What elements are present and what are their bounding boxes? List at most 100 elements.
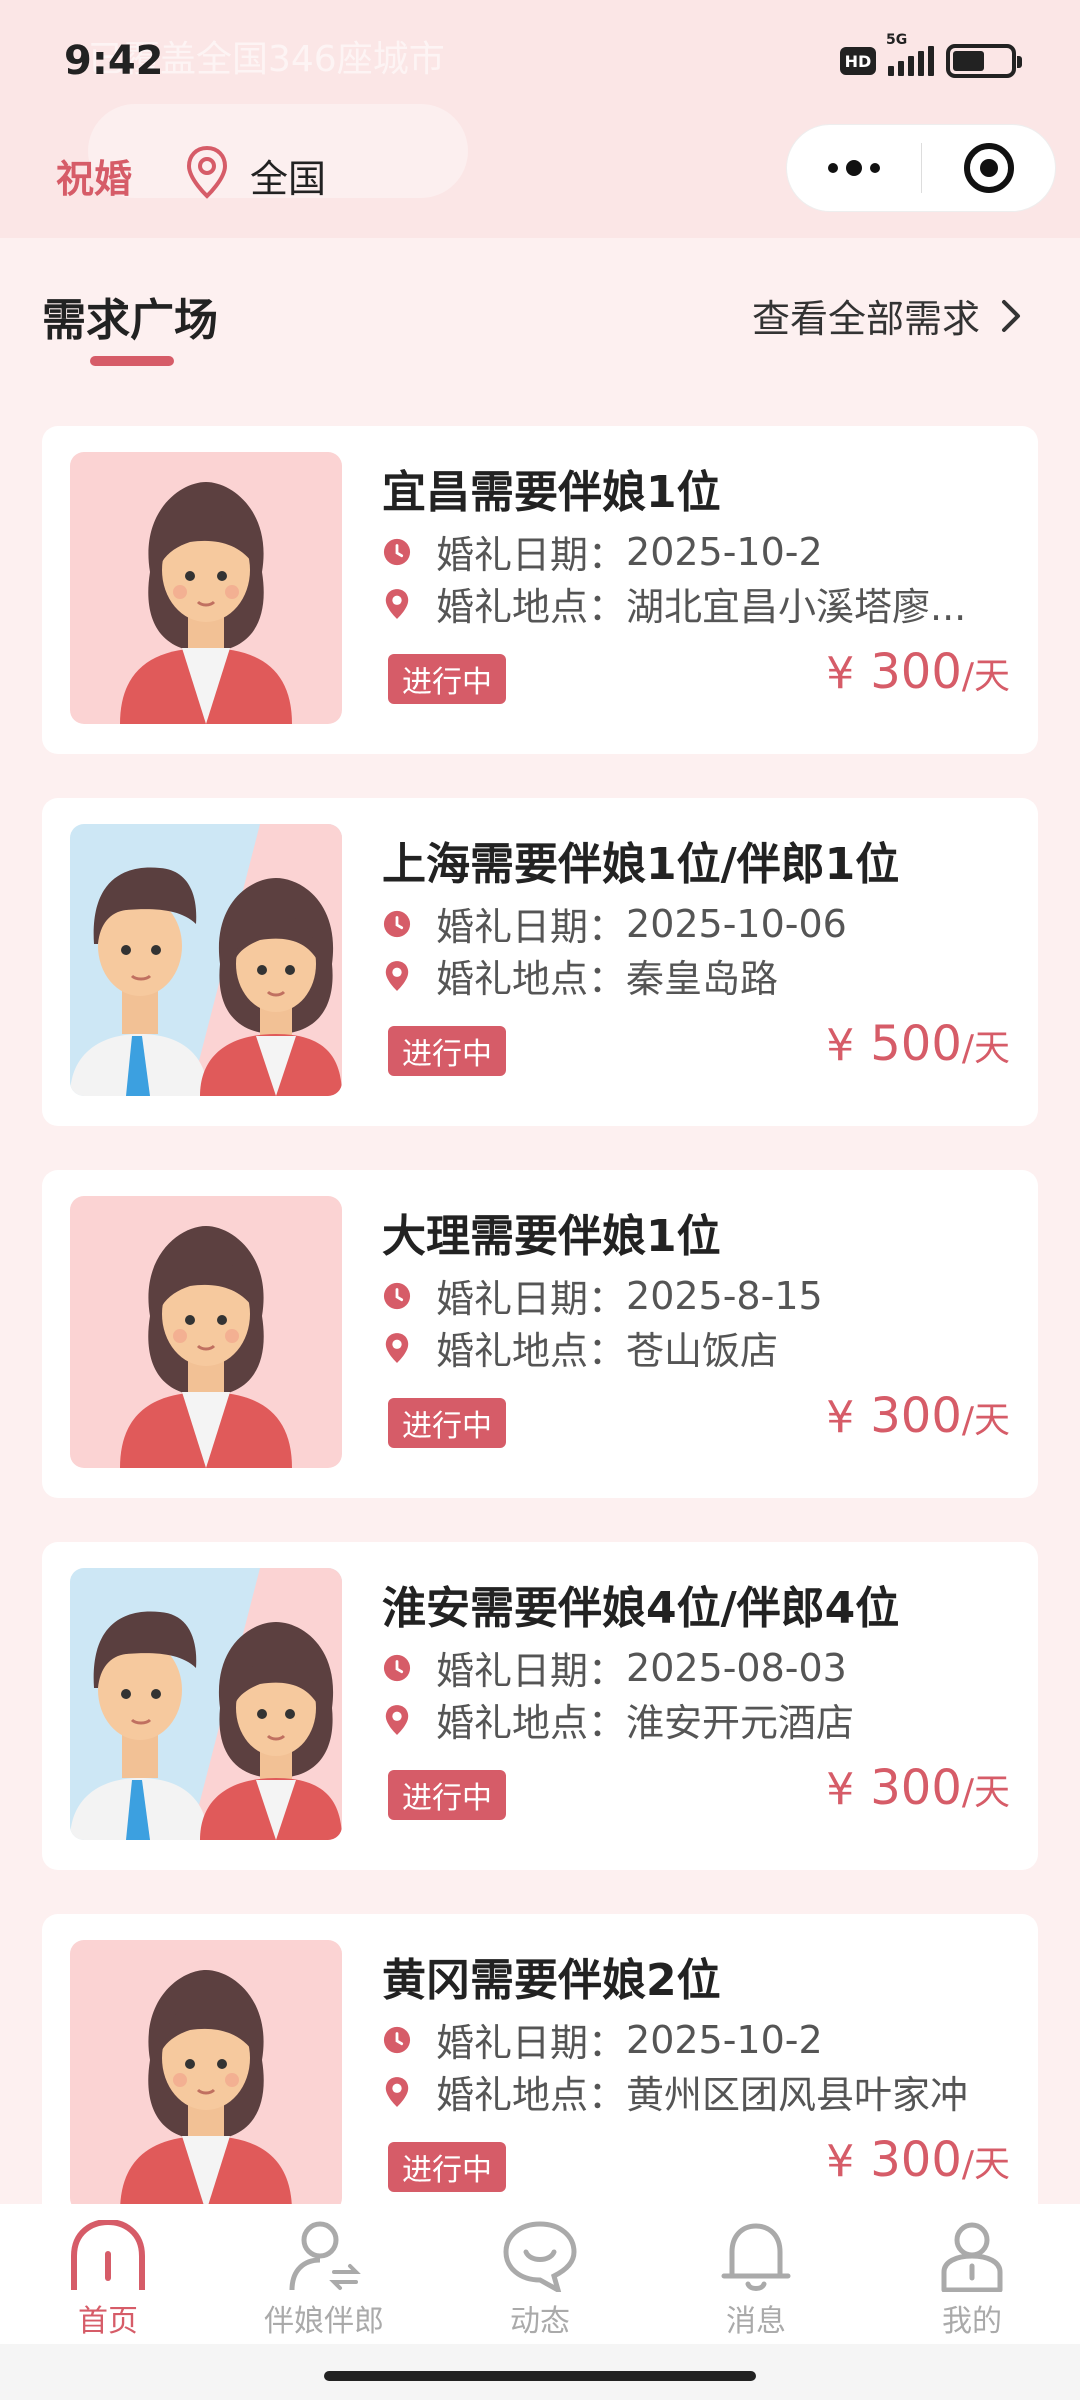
card-title: 宜昌需要伴娘1位 (382, 467, 721, 518)
request-card[interactable]: 大理需要伴娘1位 婚礼日期： 2025-8-15 婚礼地点： 苍山饭店 进行中 … (42, 1170, 1038, 1498)
place-label: 婚礼地点： (436, 1329, 627, 1373)
clock-icon (382, 2023, 412, 2057)
section-header: 需求广场 查看全部需求 (0, 238, 1080, 398)
request-card[interactable]: 上海需要伴娘1位/伴郎1位 婚礼日期： 2025-10-06 婚礼地点： 秦皇岛… (42, 798, 1038, 1126)
tab-profile[interactable]: 我的 (864, 2204, 1080, 2344)
date-label: 婚礼日期： (436, 1277, 627, 1321)
couple-avatar (70, 824, 342, 1096)
tab-label: 动态 (510, 2304, 570, 2339)
tab-feed[interactable]: 动态 (432, 2204, 648, 2344)
wedding-date-row: 婚礼日期： 2025-10-2 (382, 2012, 823, 2067)
currency-symbol: ¥ (826, 1020, 855, 1071)
user-swap-icon (289, 2221, 361, 2291)
brand-logo[interactable]: 祝婚 (56, 148, 132, 203)
chevron-right-icon (1002, 299, 1020, 332)
place-value: 黄州区团风县叶家冲 (626, 2073, 969, 2117)
wedding-date-row: 婚礼日期： 2025-10-2 (382, 524, 823, 579)
see-all-requests-link[interactable]: 查看全部需求 (752, 288, 1024, 343)
price-value: 500 (870, 1016, 962, 1072)
currency-symbol: ¥ (826, 1392, 855, 1443)
currency-symbol: ¥ (826, 648, 855, 699)
header: 已覆盖全国346座城市 9:42 HD 5G 祝婚 全国 (0, 0, 1080, 238)
wedding-date-row: 婚礼日期： 2025-8-15 (382, 1268, 823, 1323)
price-unit: /天 (961, 1400, 1010, 1441)
smile-icon (503, 2221, 577, 2292)
tab-bridesmaids[interactable]: 伴娘伴郎 (216, 2204, 432, 2344)
currency-symbol: ¥ (826, 2136, 855, 2187)
place-label: 婚礼地点： (436, 1701, 627, 1745)
bridesmaid-avatar (70, 1940, 342, 2212)
tab-home[interactable]: 首页 (0, 2204, 216, 2344)
price-unit: /天 (961, 656, 1010, 697)
date-value: 2025-10-06 (626, 901, 847, 946)
wedding-place-row: 婚礼地点： 淮安开元酒店 (382, 1692, 854, 1747)
price: ¥ 300 /天 (826, 1760, 1010, 1816)
dot-icon (828, 163, 838, 173)
clock-icon (382, 1651, 412, 1685)
bottom-tab-bar: 首页 伴娘伴郎 动态 消息 我的 (0, 2204, 1080, 2344)
card-title: 大理需要伴娘1位 (382, 1211, 721, 1262)
clock-icon (382, 535, 412, 569)
home-indicator[interactable] (324, 2371, 756, 2381)
battery-icon (946, 44, 1022, 78)
place-label: 婚礼地点： (436, 2073, 627, 2117)
place-label: 婚礼地点： (436, 585, 627, 629)
request-card[interactable]: 黄冈需要伴娘2位 婚礼日期： 2025-10-2 婚礼地点： 黄州区团风县叶家冲… (42, 1914, 1038, 2242)
price: ¥ 300 /天 (826, 1388, 1010, 1444)
location-pin-icon (382, 959, 412, 993)
place-value: 秦皇岛路 (626, 957, 779, 1001)
date-value: 2025-10-2 (626, 529, 823, 574)
hd-icon: HD (840, 47, 876, 75)
tab-messages[interactable]: 消息 (648, 2204, 864, 2344)
card-title: 黄冈需要伴娘2位 (382, 1955, 721, 2006)
location-selector[interactable]: 全国 (250, 148, 326, 203)
bridesmaid-avatar (70, 1196, 342, 1468)
location-pin-icon (382, 1331, 412, 1365)
request-card[interactable]: 宜昌需要伴娘1位 婚礼日期： 2025-10-2 婚礼地点： 湖北宜昌小溪塔廖.… (42, 426, 1038, 754)
couple-avatar (70, 1568, 342, 1840)
price-value: 300 (870, 644, 962, 700)
request-list: 宜昌需要伴娘1位 婚礼日期： 2025-10-2 婚礼地点： 湖北宜昌小溪塔廖.… (42, 426, 1038, 2286)
target-icon (963, 143, 1014, 193)
date-label: 婚礼日期： (436, 905, 627, 949)
bridesmaid-avatar (70, 452, 342, 724)
date-label: 婚礼日期： (436, 1649, 627, 1693)
date-value: 2025-10-2 (626, 2017, 823, 2062)
section-title: 需求广场 (42, 295, 218, 346)
status-badge: 进行中 (388, 654, 506, 704)
section-underline (90, 356, 174, 366)
place-label: 婚礼地点： (436, 957, 627, 1001)
wedding-place-row: 婚礼地点： 苍山饭店 (382, 1320, 778, 1375)
price-value: 300 (870, 2132, 962, 2188)
tab-label: 我的 (942, 2304, 1002, 2339)
profile-icon (941, 2222, 1003, 2292)
tab-label: 首页 (78, 2304, 138, 2339)
location-pin-icon[interactable] (182, 144, 232, 200)
network-label: 5G (886, 32, 908, 48)
date-label: 婚礼日期： (436, 533, 627, 577)
status-badge: 进行中 (388, 1398, 506, 1448)
currency-symbol: ¥ (826, 1764, 855, 1815)
price-unit: /天 (961, 1772, 1010, 1813)
date-label: 婚礼日期： (436, 2021, 627, 2065)
request-card[interactable]: 淮安需要伴娘4位/伴郎4位 婚礼日期： 2025-08-03 婚礼地点： 淮安开… (42, 1542, 1038, 1870)
wedding-place-row: 婚礼地点： 秦皇岛路 (382, 948, 778, 1003)
home-icon (71, 2220, 145, 2290)
price-unit: /天 (961, 1028, 1010, 1069)
date-value: 2025-8-15 (626, 1273, 823, 1318)
card-title: 淮安需要伴娘4位/伴郎4位 (382, 1583, 900, 1634)
status-badge: 进行中 (388, 1026, 506, 1076)
date-value: 2025-08-03 (626, 1645, 847, 1690)
clock-icon (382, 1279, 412, 1313)
wedding-place-row: 婚礼地点： 湖北宜昌小溪塔廖... (382, 576, 966, 631)
place-value: 苍山饭店 (626, 1329, 779, 1373)
mini-program-capsule (786, 124, 1056, 212)
status-icons: HD 5G (840, 32, 1022, 78)
more-menu-button[interactable] (787, 125, 921, 211)
wedding-place-row: 婚礼地点： 黄州区团风县叶家冲 (382, 2064, 968, 2119)
price: ¥ 300 /天 (826, 2132, 1010, 2188)
location-pin-icon (382, 1703, 412, 1737)
tab-label: 伴娘伴郎 (264, 2304, 384, 2339)
place-value: 湖北宜昌小溪塔廖... (626, 585, 967, 629)
close-program-button[interactable] (922, 143, 1055, 193)
